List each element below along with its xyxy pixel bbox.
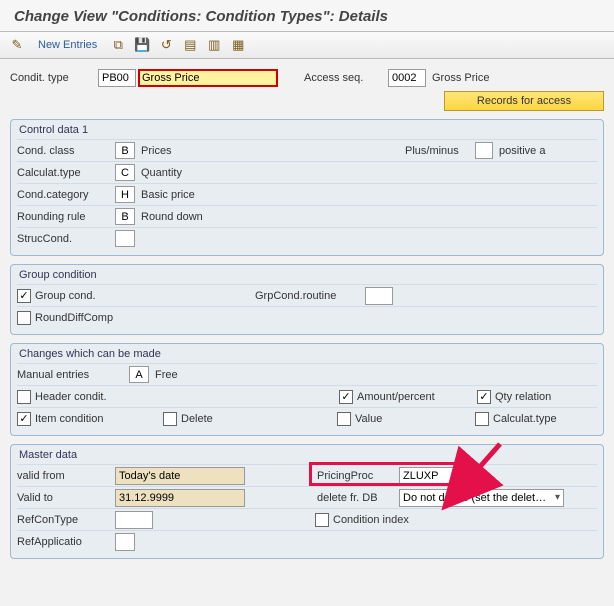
grp-routine-label: GrpCond.routine bbox=[255, 290, 365, 302]
refapp-input[interactable] bbox=[115, 533, 135, 551]
header-cond-label: Header condit. bbox=[35, 391, 199, 403]
control-data-group: Control data 1 Cond. class B Prices Plus… bbox=[10, 119, 604, 256]
refcontype-label: RefConType bbox=[17, 514, 115, 526]
access-seq-label: Access seq. bbox=[304, 72, 388, 84]
changes-group: Changes which can be made Manual entries… bbox=[10, 343, 604, 436]
valid-from-value: Today's date bbox=[115, 467, 245, 485]
calc-label: Calculat.type bbox=[493, 413, 591, 425]
item-cond-label: Item condition bbox=[35, 413, 163, 425]
access-seq-text: Gross Price bbox=[432, 72, 489, 84]
toggle-icon[interactable]: ✎ bbox=[8, 36, 26, 54]
pricing-proc-value[interactable]: ZLUXP bbox=[399, 467, 457, 485]
round-text: Round down bbox=[141, 211, 239, 223]
value-checkbox[interactable] bbox=[337, 412, 351, 426]
delete-db-dropdown[interactable]: Do not delete (set the delet… bbox=[399, 489, 564, 507]
pricing-proc-label: PricingProc bbox=[317, 470, 399, 482]
group-cond-checkbox[interactable] bbox=[17, 289, 31, 303]
plusminus-code[interactable] bbox=[475, 142, 493, 159]
delete-label: Delete bbox=[181, 413, 299, 425]
manual-entries-code[interactable]: A bbox=[129, 366, 149, 383]
access-seq-code[interactable]: 0002 bbox=[388, 69, 426, 87]
round-label: Rounding rule bbox=[17, 211, 115, 223]
calc-checkbox[interactable] bbox=[475, 412, 489, 426]
value-label: Value bbox=[355, 413, 475, 425]
page-title: Change View "Conditions: Condition Types… bbox=[0, 0, 614, 32]
manual-entries-label: Manual entries bbox=[17, 369, 129, 381]
group-cond-label: Group cond. bbox=[35, 290, 215, 302]
condit-type-label: Condit. type bbox=[10, 72, 98, 84]
changes-title: Changes which can be made bbox=[17, 347, 597, 363]
master-data-title: Master data bbox=[17, 448, 597, 464]
cond-index-checkbox[interactable] bbox=[315, 513, 329, 527]
refapp-label: RefApplicatio bbox=[17, 536, 115, 548]
manual-entries-text: Free bbox=[155, 369, 253, 381]
grp-routine-input[interactable] bbox=[365, 287, 393, 305]
delete-checkbox[interactable] bbox=[163, 412, 177, 426]
cond-cat-code[interactable]: H bbox=[115, 186, 135, 203]
records-access-button[interactable]: Records for access bbox=[444, 91, 604, 111]
qty-label: Qty relation bbox=[495, 391, 593, 403]
delete-db-label: delete fr. DB bbox=[317, 492, 399, 504]
condit-type-code[interactable]: PB00 bbox=[98, 69, 136, 87]
plusminus-label: Plus/minus bbox=[405, 145, 475, 157]
cond-cat-label: Cond.category bbox=[17, 189, 115, 201]
undo-icon[interactable]: ↺ bbox=[157, 36, 175, 54]
condit-type-text[interactable]: Gross Price bbox=[138, 69, 278, 87]
cond-cat-text: Basic price bbox=[141, 189, 239, 201]
next-icon[interactable]: ▥ bbox=[205, 36, 223, 54]
cond-class-label: Cond. class bbox=[17, 145, 115, 157]
group-condition-group: Group condition Group cond. GrpCond.rout… bbox=[10, 264, 604, 335]
cond-class-text: Prices bbox=[141, 145, 239, 157]
round-diff-checkbox[interactable] bbox=[17, 311, 31, 325]
round-diff-label: RoundDiffComp bbox=[35, 312, 133, 324]
calc-type-code[interactable]: C bbox=[115, 164, 135, 181]
cond-index-label: Condition index bbox=[333, 514, 431, 526]
prev-icon[interactable]: ▤ bbox=[181, 36, 199, 54]
toolbar: ✎ New Entries ⧉ 💾 ↺ ▤ ▥ ▦ bbox=[0, 32, 614, 59]
config-icon[interactable]: ▦ bbox=[229, 36, 247, 54]
valid-to-label: Valid to bbox=[17, 492, 115, 504]
amount-label: Amount/percent bbox=[357, 391, 477, 403]
group-condition-title: Group condition bbox=[17, 268, 597, 284]
cond-class-code[interactable]: B bbox=[115, 142, 135, 159]
copy-icon[interactable]: ⧉ bbox=[109, 36, 127, 54]
plusminus-text: positive a bbox=[499, 145, 597, 157]
struc-code[interactable] bbox=[115, 230, 135, 247]
header-row: Condit. type PB00 Gross Price Access seq… bbox=[10, 69, 604, 87]
save-icon[interactable]: 💾 bbox=[133, 36, 151, 54]
refcontype-input[interactable] bbox=[115, 511, 153, 529]
calc-type-label: Calculat.type bbox=[17, 167, 115, 179]
calc-type-text: Quantity bbox=[141, 167, 239, 179]
master-data-group: Master data valid from Today's date Pric… bbox=[10, 444, 604, 559]
new-entries-button[interactable]: New Entries bbox=[38, 39, 97, 51]
valid-to-value: 31.12.9999 bbox=[115, 489, 245, 507]
valid-from-label: valid from bbox=[17, 470, 115, 482]
control-data-title: Control data 1 bbox=[17, 123, 597, 139]
item-cond-checkbox[interactable] bbox=[17, 412, 31, 426]
header-cond-checkbox[interactable] bbox=[17, 390, 31, 404]
round-code[interactable]: B bbox=[115, 208, 135, 225]
amount-checkbox[interactable] bbox=[339, 390, 353, 404]
struc-label: StrucCond. bbox=[17, 233, 115, 245]
qty-checkbox[interactable] bbox=[477, 390, 491, 404]
